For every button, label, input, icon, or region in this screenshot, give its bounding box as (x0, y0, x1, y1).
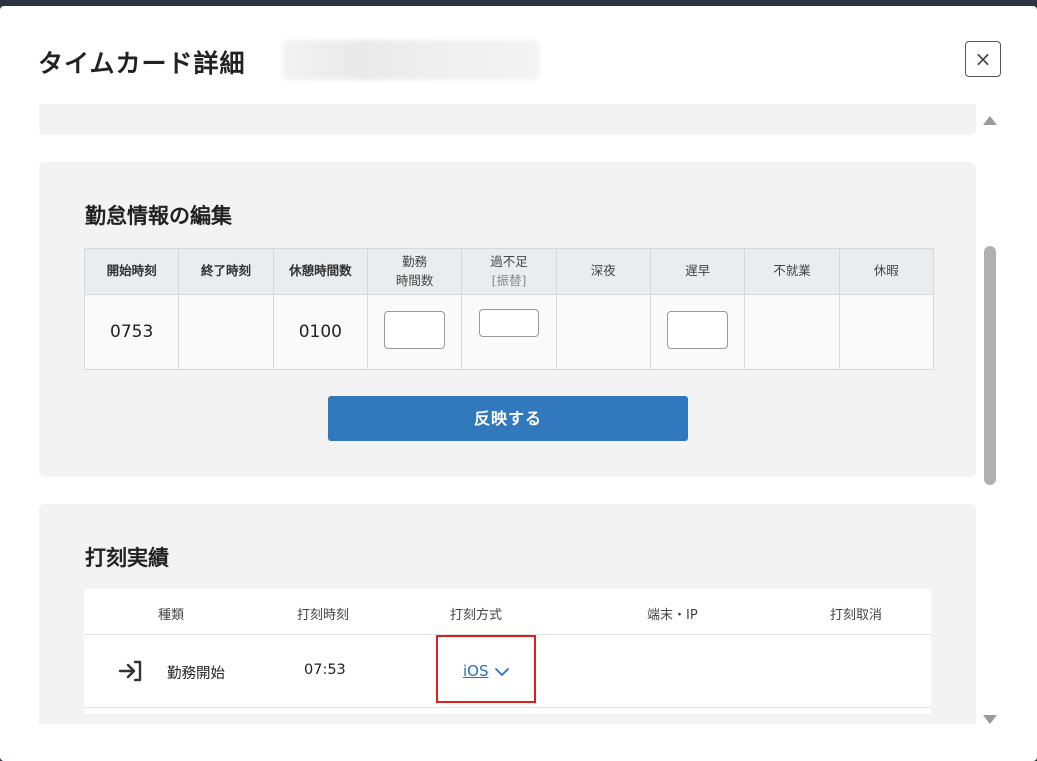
excess-cell (461, 294, 557, 370)
modal-header: タイムカード詳細 × (0, 6, 1037, 104)
header-type: 種類 (158, 608, 185, 623)
col-leave: 休暇 (838, 248, 935, 295)
employee-name-redacted (282, 40, 540, 80)
end-time-value (178, 294, 274, 370)
col-break-hours: 休憩時間数 (272, 248, 368, 295)
stamp-record-panel: 打刻実績 種類 打刻時刻 打刻方式 端末・IP 打刻取消 勤務開始 07:53 (39, 504, 976, 724)
col-work-hours-line1: 勤務 (402, 254, 428, 270)
method-link[interactable]: iOS (463, 662, 489, 680)
header-method: 打刻方式 (450, 608, 503, 623)
header-cancel: 打刻取消 (830, 608, 883, 623)
col-work-hours-line2: 時間数 (395, 272, 434, 288)
col-work-hours: 勤務 時間数 (366, 248, 463, 295)
leave-cell (838, 294, 935, 370)
late-early-input[interactable] (667, 310, 729, 349)
late-early-cell (649, 294, 746, 370)
section-title-records: 打刻実績 (85, 546, 169, 570)
excess-input[interactable] (478, 309, 539, 337)
record-time: 07:53 (304, 662, 346, 678)
non-work-cell (744, 294, 840, 370)
previous-panel (39, 104, 976, 135)
scrollbar-thumb[interactable] (984, 246, 996, 485)
chevron-down-icon[interactable] (494, 666, 510, 678)
scroll-down-arrow-icon[interactable] (983, 715, 997, 724)
record-type: 勤務開始 (167, 666, 225, 682)
attendance-edit-panel: 勤怠情報の編集 開始時刻 終了時刻 休憩時間数 勤務 時間数 過不足 [振替] (39, 162, 976, 477)
timecard-detail-modal: タイムカード詳細 × 勤怠情報の編集 開始時刻 終了時刻 休憩時間数 勤務 時間… (0, 6, 1037, 761)
col-excess: 過不足 [振替] (461, 248, 557, 295)
scroll-up-arrow-icon[interactable] (983, 116, 997, 125)
late-night-cell (555, 294, 651, 370)
start-time-value: 0753 (83, 294, 180, 370)
col-late-night: 深夜 (555, 248, 651, 295)
section-title-edit: 勤怠情報の編集 (85, 204, 232, 228)
col-excess-sub: [振替] (491, 272, 527, 288)
table-row: 勤務開始 07:53 iOS (84, 635, 931, 708)
apply-button[interactable]: 反映する (328, 396, 688, 441)
record-table-header: 種類 打刻時刻 打刻方式 端末・IP 打刻取消 (84, 589, 931, 635)
modal-title: タイムカード詳細 (38, 49, 246, 78)
work-hours-cell (366, 294, 463, 370)
edit-table-header: 開始時刻 終了時刻 休憩時間数 勤務 時間数 過不足 [振替] 深夜 遅早 不就… (83, 248, 935, 295)
edit-table-row: 0753 0100 (83, 294, 935, 370)
col-non-work: 不就業 (744, 248, 840, 295)
attendance-edit-table: 開始時刻 終了時刻 休憩時間数 勤務 時間数 過不足 [振替] 深夜 遅早 不就… (83, 248, 935, 370)
break-hours-value: 0100 (272, 294, 368, 370)
col-excess-label: 過不足 (490, 254, 528, 270)
work-hours-input[interactable] (384, 310, 446, 349)
col-late-early: 遅早 (649, 248, 746, 295)
modal-scroll-area: 勤怠情報の編集 開始時刻 終了時刻 休憩時間数 勤務 時間数 過不足 [振替] (0, 104, 1037, 724)
header-device: 端末・IP (647, 608, 698, 623)
header-time: 打刻時刻 (297, 608, 350, 623)
clock-in-icon (118, 660, 142, 682)
stamp-record-table: 種類 打刻時刻 打刻方式 端末・IP 打刻取消 勤務開始 07:53 iOS (84, 589, 931, 714)
col-end-time: 終了時刻 (178, 248, 274, 295)
col-start-time: 開始時刻 (83, 248, 180, 295)
close-button[interactable]: × (965, 41, 1001, 77)
